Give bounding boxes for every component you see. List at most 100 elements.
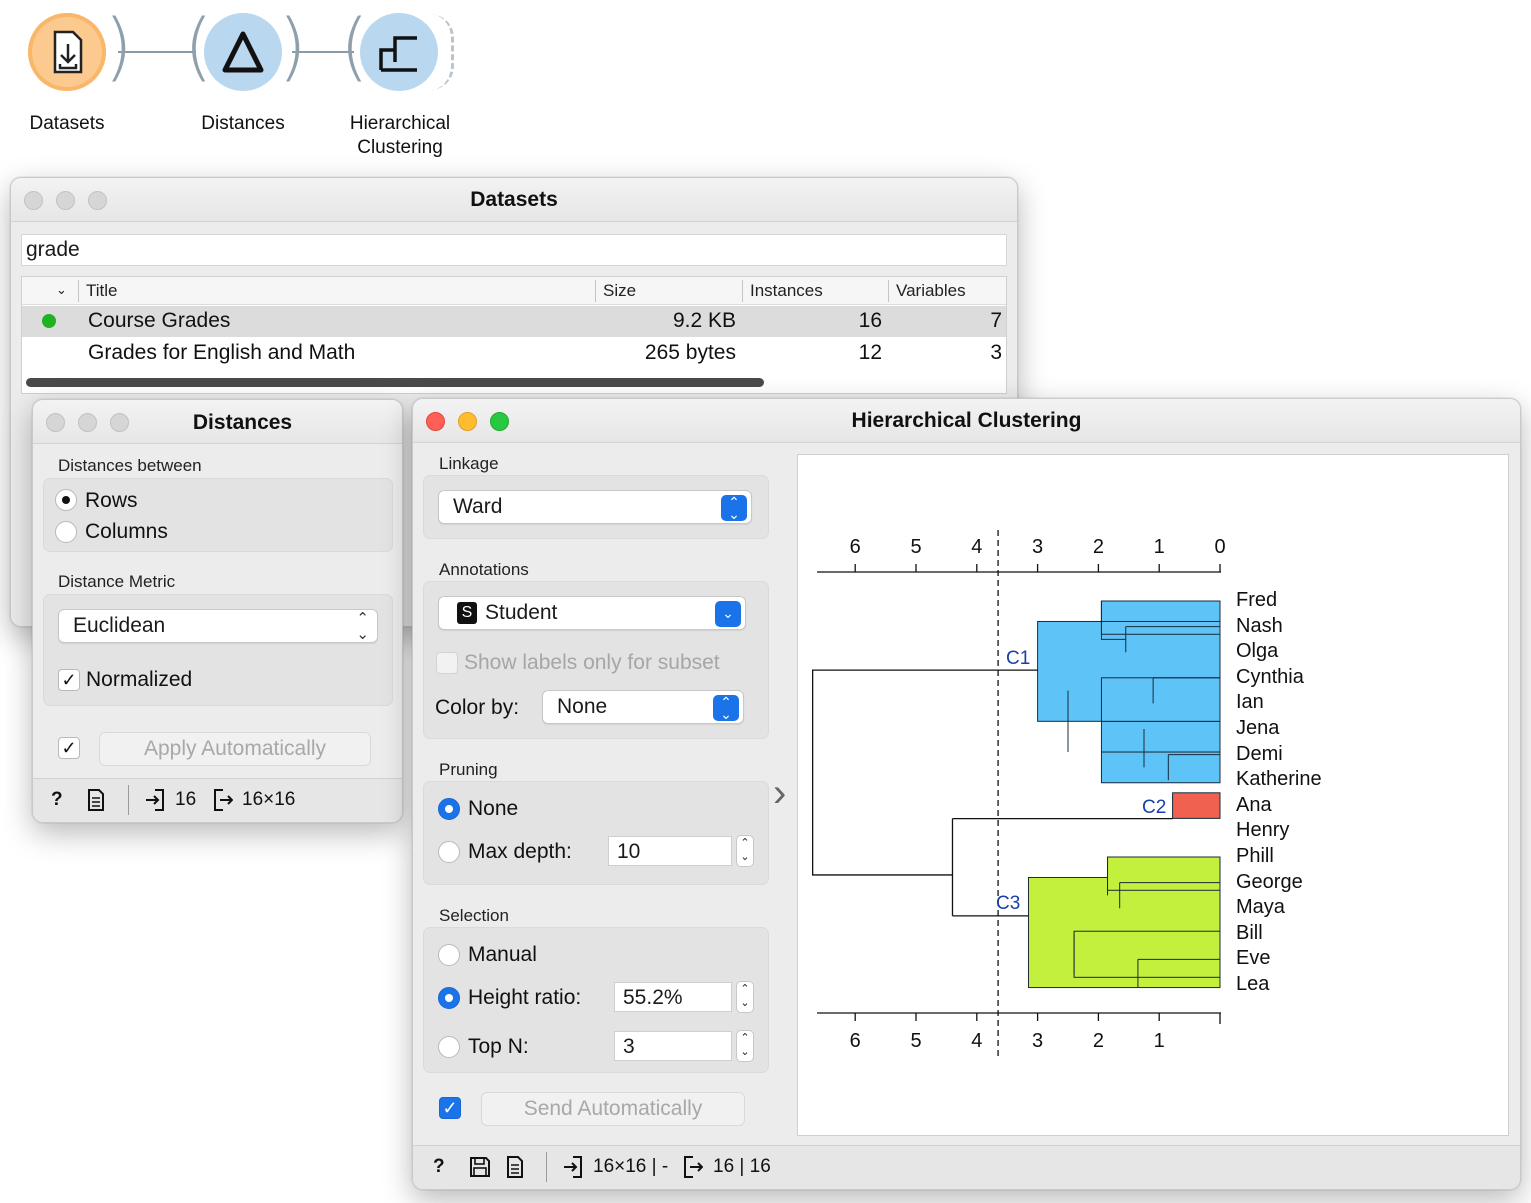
table-row[interactable]: Grades for English and Math 265 bytes 12… (22, 338, 1006, 369)
dendrogram-canvas[interactable] (797, 454, 1509, 1136)
help-icon[interactable]: ? (51, 789, 63, 811)
datasets-node-circle[interactable] (28, 13, 106, 91)
top-n-stepper[interactable]: ⌃ ⌄ (736, 1030, 754, 1062)
annotation-select-value: Student (485, 601, 558, 624)
apply-automatically-button[interactable]: Apply Automatically (99, 732, 371, 766)
height-ratio-input[interactable]: 55.2% (614, 982, 732, 1012)
chevron-down-icon: ⌄ (715, 601, 741, 627)
hc-titlebar[interactable]: Hierarchical Clustering (413, 399, 1520, 443)
leaf-label: Cynthia (1236, 665, 1304, 688)
dendrogram-icon (379, 36, 417, 72)
annotations-label: Annotations (439, 560, 529, 579)
datasets-icon (53, 30, 83, 74)
datasets-titlebar[interactable]: Datasets (11, 178, 1017, 222)
metric-select-value: Euclidean (73, 614, 166, 637)
node-output-bracket: ) (278, 4, 307, 90)
report-icon[interactable] (87, 789, 105, 817)
normalized-label[interactable]: Normalized (86, 668, 192, 692)
updown-icon: ⌃ ⌄ (356, 610, 369, 643)
row-size: 9.2 KB (672, 309, 736, 332)
color-by-label: Color by: (435, 696, 520, 719)
max-depth-radio[interactable] (438, 841, 460, 863)
leaf-label: Katherine (1236, 768, 1322, 791)
search-input[interactable]: grade (21, 234, 1007, 266)
pruning-none-radio[interactable] (438, 798, 460, 820)
table-row[interactable]: Course Grades 9.2 KB 16 7 (22, 306, 1006, 337)
report-icon[interactable] (506, 1156, 524, 1184)
apply-auto-checkbox[interactable]: ✓ (58, 737, 80, 759)
rows-radio[interactable] (55, 489, 77, 511)
manual-label[interactable]: Manual (468, 943, 537, 967)
linkage-select-value: Ward (453, 495, 503, 518)
hc-node-circle[interactable] (360, 13, 438, 91)
top-n-input[interactable]: 3 (614, 1031, 732, 1061)
column-header-size[interactable]: Size (603, 281, 636, 301)
height-ratio-radio[interactable] (438, 987, 460, 1009)
max-depth-label[interactable]: Max depth: (468, 840, 572, 864)
updown-icon: ⌃ ⌄ (721, 495, 747, 521)
distance-metric-group: Euclidean ⌃ ⌄ ✓ Normalized (43, 594, 393, 706)
max-depth-stepper[interactable]: ⌃ ⌄ (736, 835, 754, 867)
status-separator (128, 785, 129, 815)
columns-radio-label[interactable]: Columns (85, 520, 168, 544)
linkage-group: Ward ⌃ ⌄ (423, 475, 769, 539)
column-header-variables[interactable]: Variables (896, 281, 966, 301)
column-header-instances[interactable]: Instances (750, 281, 823, 301)
send-automatically-button[interactable]: Send Automatically (481, 1092, 745, 1126)
window-title: Distances (192, 411, 293, 434)
linkage-label: Linkage (439, 454, 499, 473)
distances-node-circle[interactable] (204, 13, 282, 91)
pruning-none-label[interactable]: None (468, 797, 518, 821)
close-button[interactable] (46, 413, 65, 432)
show-labels-subset-label: Show labels only for subset (464, 651, 720, 674)
help-icon[interactable]: ? (433, 1156, 445, 1178)
column-header-title[interactable]: Title (86, 281, 118, 301)
input-summary: 16 (175, 789, 197, 810)
string-variable-icon: S (457, 602, 477, 624)
table-header: ⌄ Title Size Instances Variables (22, 277, 1006, 305)
leaf-label: Henry (1236, 819, 1290, 842)
sort-chevron-icon[interactable]: ⌄ (56, 282, 67, 298)
max-depth-input[interactable]: 10 (608, 836, 732, 866)
leaf-label: Fred (1236, 589, 1278, 611)
top-n-label[interactable]: Top N: (468, 1035, 529, 1059)
expand-panel-arrow-icon[interactable]: › (773, 773, 786, 813)
output-icon (213, 789, 234, 817)
window-title: Hierarchical Clustering (851, 409, 1082, 432)
height-ratio-label[interactable]: Height ratio: (468, 986, 581, 1010)
leaf-label: George (1236, 870, 1303, 893)
column-separator (742, 280, 743, 302)
normalized-checkbox[interactable]: ✓ (58, 669, 80, 691)
row-variables: 7 (990, 309, 1002, 332)
status-dot-icon (42, 314, 56, 328)
height-ratio-stepper[interactable]: ⌃ ⌄ (736, 981, 754, 1013)
metric-select[interactable]: Euclidean ⌃ ⌄ (58, 609, 378, 643)
color-by-select[interactable]: None ⌃ ⌄ (542, 690, 744, 724)
column-separator (78, 280, 79, 302)
input-summary: 16×16 | - (593, 1156, 669, 1177)
row-title: Grades for English and Math (88, 341, 356, 364)
selection-group: Manual Height ratio: 55.2% ⌃ ⌄ Top N: 3 ⌃… (423, 927, 769, 1073)
manual-radio[interactable] (438, 944, 460, 966)
pruning-label: Pruning (439, 760, 498, 779)
leaf-label: Olga (1236, 640, 1279, 663)
distances-titlebar[interactable]: Distances (33, 400, 402, 444)
row-size: 265 bytes (644, 341, 736, 364)
row-variables: 3 (990, 341, 1002, 364)
distances-statusbar: ? 16 16×16 (33, 778, 402, 822)
linkage-select[interactable]: Ward ⌃ ⌄ (438, 490, 752, 524)
column-separator (595, 280, 596, 302)
node-output-dashed (430, 14, 454, 90)
columns-radio[interactable] (55, 521, 77, 543)
annotation-select[interactable]: S Student ⌄ (438, 596, 746, 630)
top-n-radio[interactable] (438, 1036, 460, 1058)
send-auto-checkbox[interactable]: ✓ (439, 1097, 461, 1119)
leaf-label: Maya (1236, 896, 1285, 919)
rows-radio-label[interactable]: Rows (85, 489, 138, 513)
show-labels-subset-checkbox[interactable] (436, 652, 458, 674)
save-icon[interactable] (469, 1156, 491, 1184)
horizontal-scrollbar[interactable] (26, 378, 764, 387)
color-by-select-value: None (557, 695, 608, 718)
distances-window: Distances Distances between Rows Columns… (32, 399, 403, 823)
leaf-label: Ana (1236, 793, 1272, 816)
